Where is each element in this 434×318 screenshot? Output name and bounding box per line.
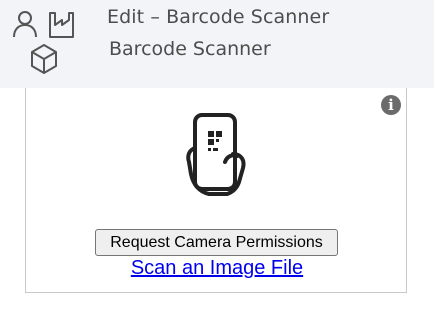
- factory-icon[interactable]: [48, 10, 75, 38]
- page-title: Edit – Barcode Scanner: [107, 6, 330, 28]
- person-icon[interactable]: [12, 10, 38, 38]
- info-icon[interactable]: i: [381, 95, 401, 115]
- phone-qr-hand-icon: [183, 112, 249, 196]
- header-bar: Edit – Barcode Scanner Barcode Scanner: [0, 0, 434, 88]
- request-camera-permissions-button[interactable]: Request Camera Permissions: [95, 229, 338, 256]
- scan-image-file-link[interactable]: Scan an Image File: [0, 257, 434, 280]
- page-subtitle: Barcode Scanner: [109, 38, 271, 60]
- box-icon[interactable]: [30, 43, 58, 75]
